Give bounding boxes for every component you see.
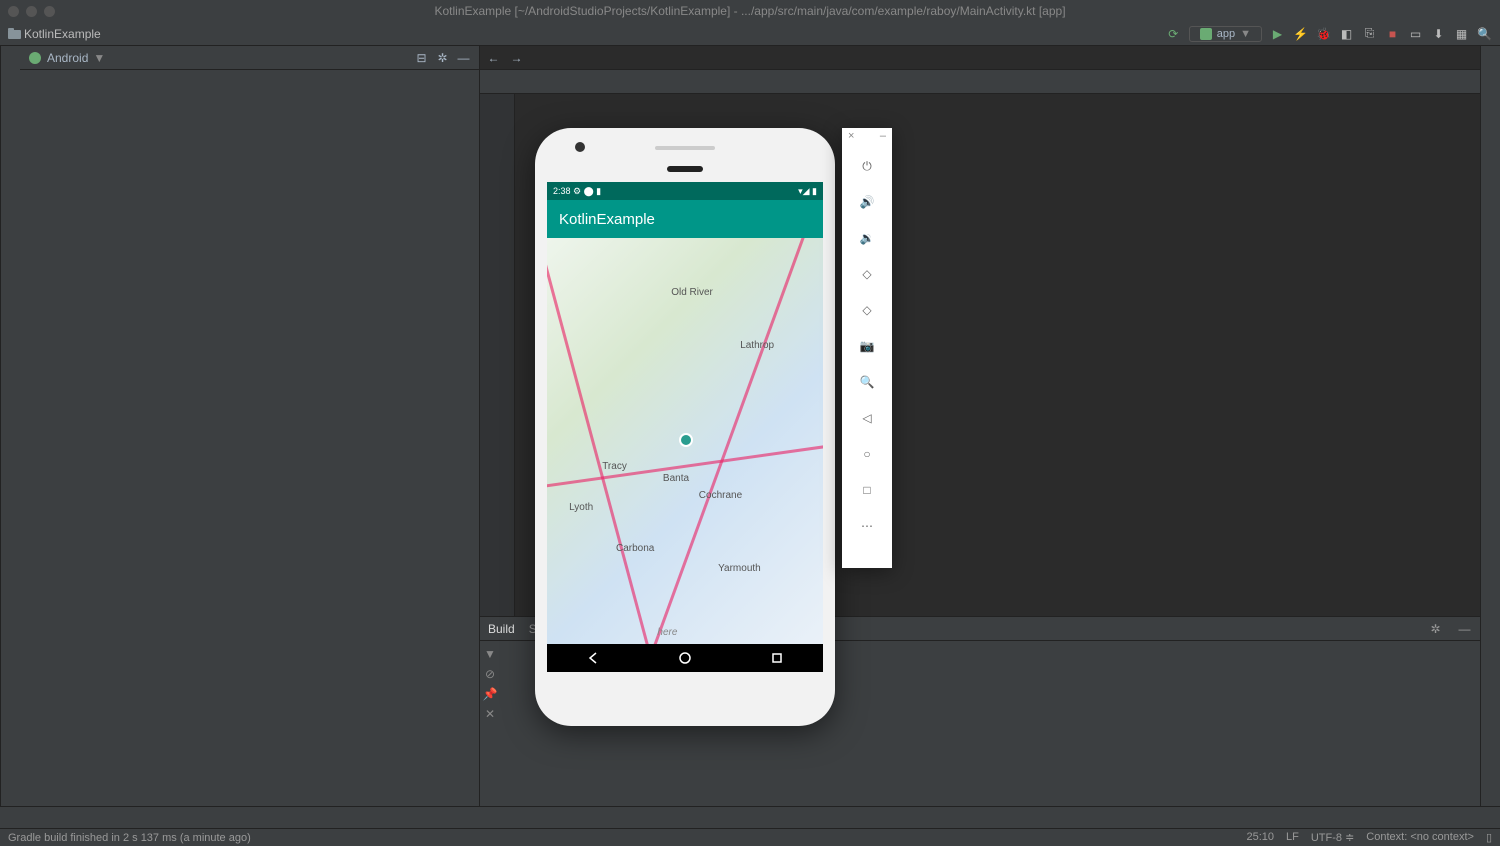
zoom-icon[interactable]: 🔍 — [857, 372, 877, 392]
volume-up-icon[interactable]: 🔊 — [857, 192, 877, 212]
emulator-device-frame: 2:38 ⚙ ⬤ ▮ ▾◢ ▮ KotlinExample Old River … — [535, 128, 835, 726]
traffic-lights — [8, 6, 55, 17]
power-icon[interactable]: ⏻ — [857, 156, 877, 176]
run-configuration-selector[interactable]: app ▼ — [1189, 26, 1262, 42]
map-label: Lathrop — [740, 340, 774, 351]
home-icon[interactable]: ○ — [857, 444, 877, 464]
gear-icon[interactable]: ✲ — [435, 50, 450, 65]
close-icon[interactable]: × — [848, 130, 854, 142]
hide-icon[interactable]: — — [456, 50, 471, 65]
map-label: Old River — [671, 287, 713, 298]
close-dot[interactable] — [8, 6, 19, 17]
project-panel-header: Android ▼ ⊟ ✲ — — [20, 46, 479, 70]
status-time: 2:38 — [553, 186, 571, 196]
collapse-icon[interactable]: ⊟ — [414, 50, 429, 65]
sdk-manager-icon[interactable]: ⬇ — [1431, 26, 1446, 41]
profile-icon[interactable]: ◧ — [1339, 26, 1354, 41]
build-side-actions: ▼ ⊘ 📌 ✕ — [480, 641, 500, 806]
map-label: Yarmouth — [718, 563, 761, 574]
map-label: Cochrane — [699, 490, 742, 501]
editor-toolbar: ← → — [480, 46, 1480, 70]
gear-icon[interactable]: ✲ — [1428, 621, 1443, 636]
rotate-left-icon[interactable]: ◇ — [857, 264, 877, 284]
status-icons: ▾◢ ▮ — [798, 186, 817, 197]
back-icon[interactable]: ← — [486, 50, 501, 65]
home-button[interactable] — [678, 651, 692, 665]
pin-icon[interactable]: 📌 — [483, 687, 498, 701]
rotate-right-icon[interactable]: ◇ — [857, 300, 877, 320]
layout-inspector-icon[interactable]: ▦ — [1454, 26, 1469, 41]
hide-icon[interactable]: — — [1457, 621, 1472, 636]
line-separator[interactable]: LF — [1286, 831, 1299, 844]
app-title: KotlinExample — [559, 211, 655, 228]
project-tree[interactable] — [20, 70, 479, 806]
project-view-selector[interactable]: Android — [47, 51, 88, 65]
minimize-icon[interactable]: – — [880, 130, 886, 142]
filter-icon[interactable]: ⊘ — [485, 667, 495, 681]
map-marker — [679, 433, 693, 447]
map-label: Tracy — [602, 461, 627, 472]
run-config-label: app — [1217, 28, 1235, 40]
more-icon[interactable]: ⋯ — [857, 516, 877, 536]
forward-icon[interactable]: → — [509, 50, 524, 65]
android-status-bar: 2:38 ⚙ ⬤ ▮ ▾◢ ▮ — [547, 182, 823, 200]
map-view[interactable]: Old River Lathrop Tracy Banta Cochrane C… — [547, 238, 823, 644]
run-icon[interactable]: ▶ — [1270, 26, 1285, 41]
breadcrumb-item[interactable]: KotlinExample — [8, 27, 101, 41]
expand-icon[interactable]: ▼ — [484, 647, 496, 661]
map-label: Banta — [663, 473, 689, 484]
map-label: Lyoth — [569, 502, 593, 513]
bottom-tool-strip — [0, 806, 1500, 828]
recents-button[interactable] — [770, 651, 784, 665]
build-tab[interactable]: Build — [488, 622, 515, 636]
overview-icon[interactable]: □ — [857, 480, 877, 500]
minimize-dot[interactable] — [26, 6, 37, 17]
breadcrumb-bar: KotlinExample ⟳ app ▼ ▶ ⚡ 🐞 ◧ ⎘ ■ ▭ ⬇ ▦ … — [0, 22, 1500, 46]
memory-icon[interactable]: ▯ — [1486, 831, 1492, 844]
right-tool-gutter — [1480, 46, 1500, 806]
attach-debugger-icon[interactable]: ⎘ — [1362, 26, 1377, 41]
status-message: Gradle build finished in 2 s 137 ms (a m… — [8, 832, 251, 844]
cursor-position: 25:10 — [1246, 831, 1274, 844]
window-titlebar: KotlinExample [~/AndroidStudioProjects/K… — [0, 0, 1500, 22]
status-bar: Gradle build finished in 2 s 137 ms (a m… — [0, 828, 1500, 846]
back-button[interactable] — [586, 651, 600, 665]
close-icon[interactable]: ✕ — [485, 707, 495, 721]
debug-icon[interactable]: 🐞 — [1316, 26, 1331, 41]
window-title: KotlinExample [~/AndroidStudioProjects/K… — [434, 4, 1065, 18]
camera-icon[interactable]: 📷 — [857, 336, 877, 356]
project-panel: Android ▼ ⊟ ✲ — — [20, 46, 480, 806]
sync-icon[interactable]: ⟳ — [1166, 26, 1181, 41]
apply-changes-icon[interactable]: ⚡ — [1293, 26, 1308, 41]
left-tool-gutter — [0, 46, 20, 806]
emulator-screen[interactable]: 2:38 ⚙ ⬤ ▮ ▾◢ ▮ KotlinExample Old River … — [547, 182, 823, 672]
camera-icon — [575, 142, 585, 152]
map-attribution: here — [657, 627, 677, 638]
emulator-controls: × – ⏻ 🔊 🔉 ◇ ◇ 📷 🔍 ◁ ○ □ ⋯ — [842, 128, 892, 568]
app-bar: KotlinExample — [547, 200, 823, 238]
search-icon[interactable]: 🔍 — [1477, 26, 1492, 41]
map-label: Carbona — [616, 543, 654, 554]
android-nav-bar — [547, 644, 823, 672]
back-icon[interactable]: ◁ — [857, 408, 877, 428]
zoom-dot[interactable] — [44, 6, 55, 17]
volume-down-icon[interactable]: 🔉 — [857, 228, 877, 248]
line-gutter — [480, 94, 515, 616]
context-label[interactable]: Context: <no context> — [1366, 831, 1474, 844]
speaker-icon — [655, 146, 715, 150]
sensor-pill — [667, 166, 703, 172]
editor-tabs — [480, 70, 1480, 94]
stop-icon[interactable]: ■ — [1385, 26, 1400, 41]
encoding[interactable]: UTF-8 ≑ — [1311, 831, 1354, 844]
avd-manager-icon[interactable]: ▭ — [1408, 26, 1423, 41]
